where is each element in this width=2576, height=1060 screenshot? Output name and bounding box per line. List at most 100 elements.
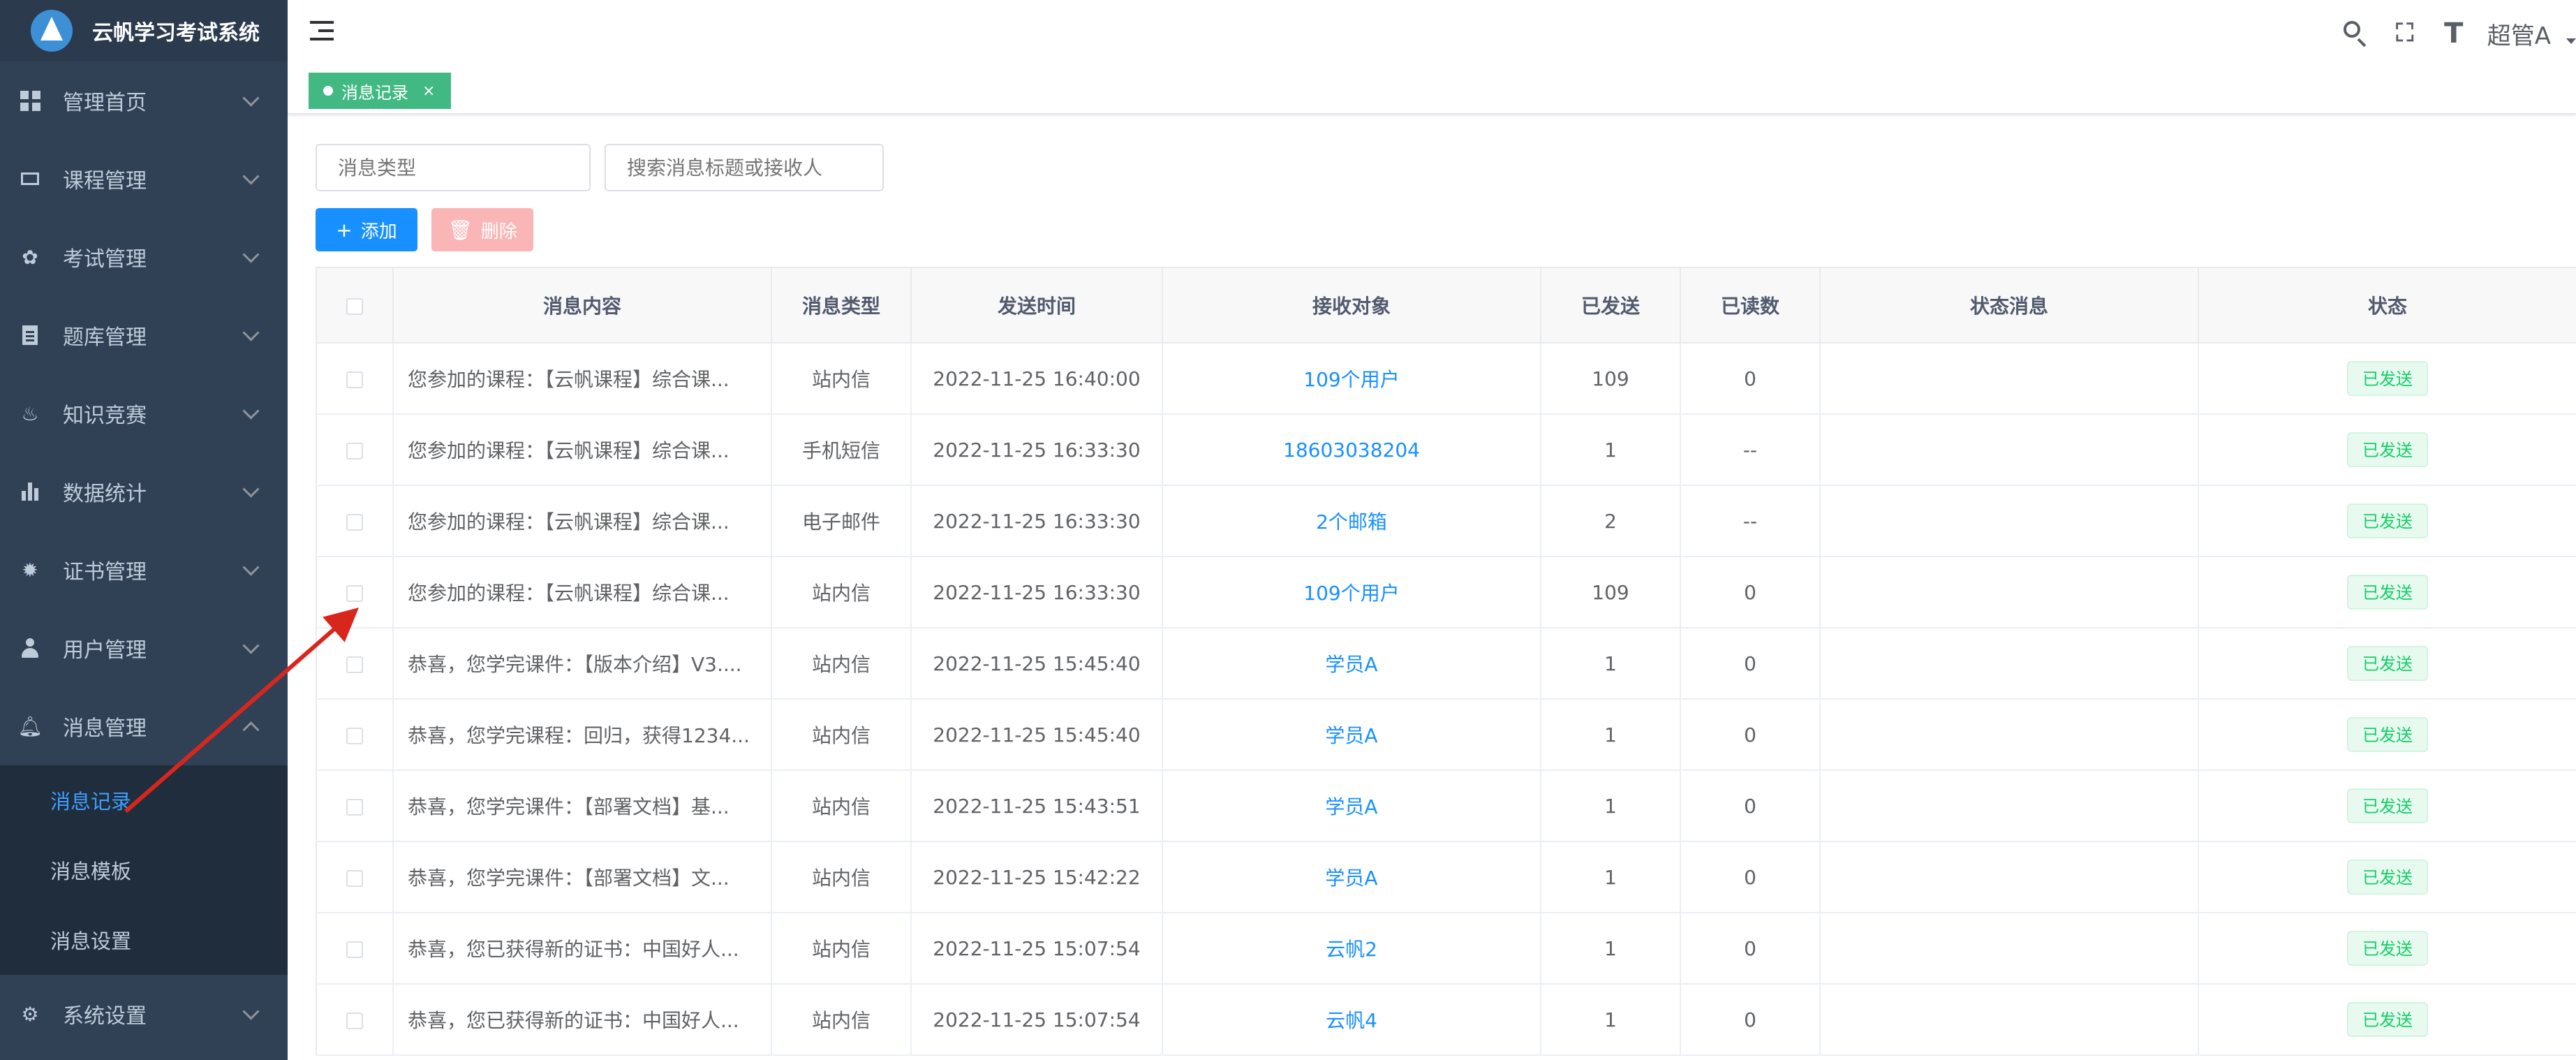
status-badge: 已发送 <box>2347 361 2428 396</box>
message-content-cell: 您参加的课程：【云帆课程】综合课... <box>393 485 772 557</box>
active-dot-icon <box>323 86 333 96</box>
row-select-cell <box>316 699 394 771</box>
menu-toggle-icon[interactable] <box>310 21 334 41</box>
table-row[interactable]: 恭喜，您学完课件：【部署文档】基... 站内信 2022-11-25 15:43:5… <box>316 770 2576 842</box>
sidebar-item-exams[interactable]: ✿ 考试管理 <box>0 218 288 296</box>
logo-icon <box>31 10 73 52</box>
sent-count-cell: 1 <box>1541 841 1681 913</box>
row-checkbox[interactable] <box>346 1012 363 1029</box>
chevron-down-icon <box>242 324 260 341</box>
receiver-link[interactable]: 18603038204 <box>1283 439 1420 462</box>
row-checkbox[interactable] <box>346 798 363 816</box>
receiver-link[interactable]: 2个邮箱 <box>1316 510 1387 533</box>
font-size-icon[interactable]: T <box>2438 18 2469 49</box>
status-cell: 已发送 <box>2198 485 2576 557</box>
search-icon[interactable] <box>2341 18 2371 49</box>
row-checkbox[interactable] <box>346 727 363 744</box>
sidebar-subitem-message-settings[interactable]: 消息设置 <box>0 905 288 975</box>
sidebar-item-statistics[interactable]: 数据统计 <box>0 452 288 531</box>
chevron-down-icon <box>242 89 260 107</box>
receiver-link[interactable]: 云帆2 <box>1326 938 1377 961</box>
delete-button-label: 删除 <box>480 221 517 242</box>
message-type-cell: 站内信 <box>771 841 912 913</box>
row-checkbox[interactable] <box>346 869 363 887</box>
chevron-down-icon <box>242 246 260 263</box>
table-row[interactable]: 您参加的课程：【云帆课程】综合课... 电子邮件 2022-11-25 16:33:… <box>316 485 2576 557</box>
table-row[interactable]: 恭喜，您学完课程：回归，获得1234... 站内信 2022-11-25 15:45… <box>316 699 2576 771</box>
row-checkbox[interactable] <box>346 941 363 958</box>
sidebar-item-system-settings[interactable]: ⚙ 系统设置 <box>0 975 288 1053</box>
receiver-cell: 学员A <box>1162 770 1541 842</box>
sidebar-item-messages[interactable]: 🔔︎ 消息管理 <box>0 687 288 765</box>
sidebar-item-competition[interactable]: ♨ 知识竞赛 <box>0 374 288 452</box>
table-row[interactable]: 恭喜，您已获得新的证书：中国好人... 站内信 2022-11-25 15:07:5… <box>316 913 2576 985</box>
receiver-link[interactable]: 109个用户 <box>1303 368 1399 391</box>
sidebar-item-dashboard[interactable]: 管理首页 <box>0 61 288 140</box>
sidebar-item-question-bank[interactable]: 题库管理 <box>0 296 288 374</box>
read-count-cell: 0 <box>1680 699 1821 771</box>
sidebar-item-label: 用户管理 <box>63 638 147 663</box>
close-icon[interactable]: × <box>422 82 435 100</box>
search-input[interactable] <box>605 144 884 191</box>
receiver-link[interactable]: 学员A <box>1325 867 1377 890</box>
certificate-icon: ✹ <box>22 558 38 582</box>
receiver-link[interactable]: 云帆4 <box>1326 1009 1377 1032</box>
status-message-cell <box>1820 913 2199 985</box>
add-button[interactable]: + 添加 <box>316 208 417 251</box>
sidebar-item-courses[interactable]: 课程管理 <box>0 140 288 218</box>
message-type-cell: 站内信 <box>771 557 912 628</box>
read-count-cell: 0 <box>1680 841 1821 913</box>
sidebar-item-users[interactable]: 用户管理 <box>0 609 288 687</box>
table-row[interactable]: 恭喜，您学完课件：【部署文档】文... 站内信 2022-11-25 15:42:2… <box>316 841 2576 913</box>
column-header: 消息类型 <box>771 267 912 344</box>
sidebar-item-certificates[interactable]: ✹ 证书管理 <box>0 531 288 609</box>
row-checkbox[interactable] <box>346 584 363 602</box>
receiver-cell: 2个邮箱 <box>1162 485 1541 557</box>
status-cell: 已发送 <box>2198 699 2576 771</box>
select-all-checkbox[interactable] <box>346 297 363 315</box>
receiver-link[interactable]: 109个用户 <box>1303 582 1399 605</box>
chevron-down-icon <box>242 637 260 654</box>
select-all-cell <box>316 267 394 344</box>
table-row[interactable]: 恭喜，您学完课件：【版本介绍】V3.... 站内信 2022-11-25 15:45… <box>316 628 2576 700</box>
message-content-cell: 恭喜，您学完课件：【版本介绍】V3.... <box>393 628 772 700</box>
read-count-cell: -- <box>1680 485 1821 557</box>
table-row[interactable]: 您参加的课程：【云帆课程】综合课... 手机短信 2022-11-25 16:33:… <box>316 414 2576 486</box>
receiver-link[interactable]: 学员A <box>1325 653 1377 676</box>
row-checkbox[interactable] <box>346 371 363 388</box>
sidebar: 云帆学习考试系统 管理首页 课程管理 ✿ 考试管理 题库管理 ♨ 知识竞赛 数据… <box>0 0 288 1060</box>
app-title: 云帆学习考试系统 <box>92 21 260 45</box>
sidebar-subitem-message-templates[interactable]: 消息模板 <box>0 835 288 905</box>
message-content-cell: 恭喜，您已获得新的证书：中国好人... <box>393 984 772 1056</box>
receiver-cell: 109个用户 <box>1162 557 1541 628</box>
receiver-link[interactable]: 学员A <box>1325 724 1377 747</box>
sent-count-cell: 109 <box>1541 557 1681 628</box>
table-row[interactable]: 您参加的课程：【云帆课程】综合课... 站内信 2022-11-25 16:33:3… <box>316 557 2576 628</box>
receiver-cell: 学员A <box>1162 628 1541 700</box>
app-logo[interactable]: 云帆学习考试系统 <box>0 0 288 61</box>
user-name[interactable]: 超管A <box>2487 17 2551 51</box>
caret-down-icon[interactable] <box>2566 38 2576 44</box>
message-content-cell: 恭喜，您学完课件：【部署文档】基... <box>393 770 772 842</box>
sidebar-subitem-message-records[interactable]: 消息记录 <box>0 765 288 835</box>
column-header: 接收对象 <box>1162 267 1541 344</box>
row-select-cell <box>316 841 394 913</box>
row-select-cell <box>316 485 394 557</box>
chevron-down-icon <box>242 480 260 498</box>
status-badge: 已发送 <box>2347 575 2428 610</box>
delete-button[interactable]: 🗑 删除 <box>431 208 533 251</box>
message-content-cell: 恭喜，您学完课件：【部署文档】文... <box>393 841 772 913</box>
table-row[interactable]: 您参加的课程：【云帆课程】综合课... 站内信 2022-11-25 16:40:0… <box>316 343 2576 415</box>
status-message-cell <box>1820 557 2199 628</box>
send-time-cell: 2022-11-25 15:45:40 <box>911 628 1163 700</box>
receiver-link[interactable]: 学员A <box>1325 795 1377 818</box>
row-checkbox[interactable] <box>346 442 363 459</box>
sidebar-item-label: 消息管理 <box>63 716 147 741</box>
row-checkbox[interactable] <box>346 656 363 673</box>
fullscreen-icon[interactable]: ⛶ <box>2390 18 2420 49</box>
dashboard-icon <box>20 90 40 111</box>
tab-message-records[interactable]: 消息记录 × <box>309 73 452 109</box>
message-type-select[interactable] <box>316 144 591 191</box>
table-row[interactable]: 恭喜，您已获得新的证书：中国好人... 站内信 2022-11-25 15:07:5… <box>316 984 2576 1056</box>
row-checkbox[interactable] <box>346 513 363 531</box>
